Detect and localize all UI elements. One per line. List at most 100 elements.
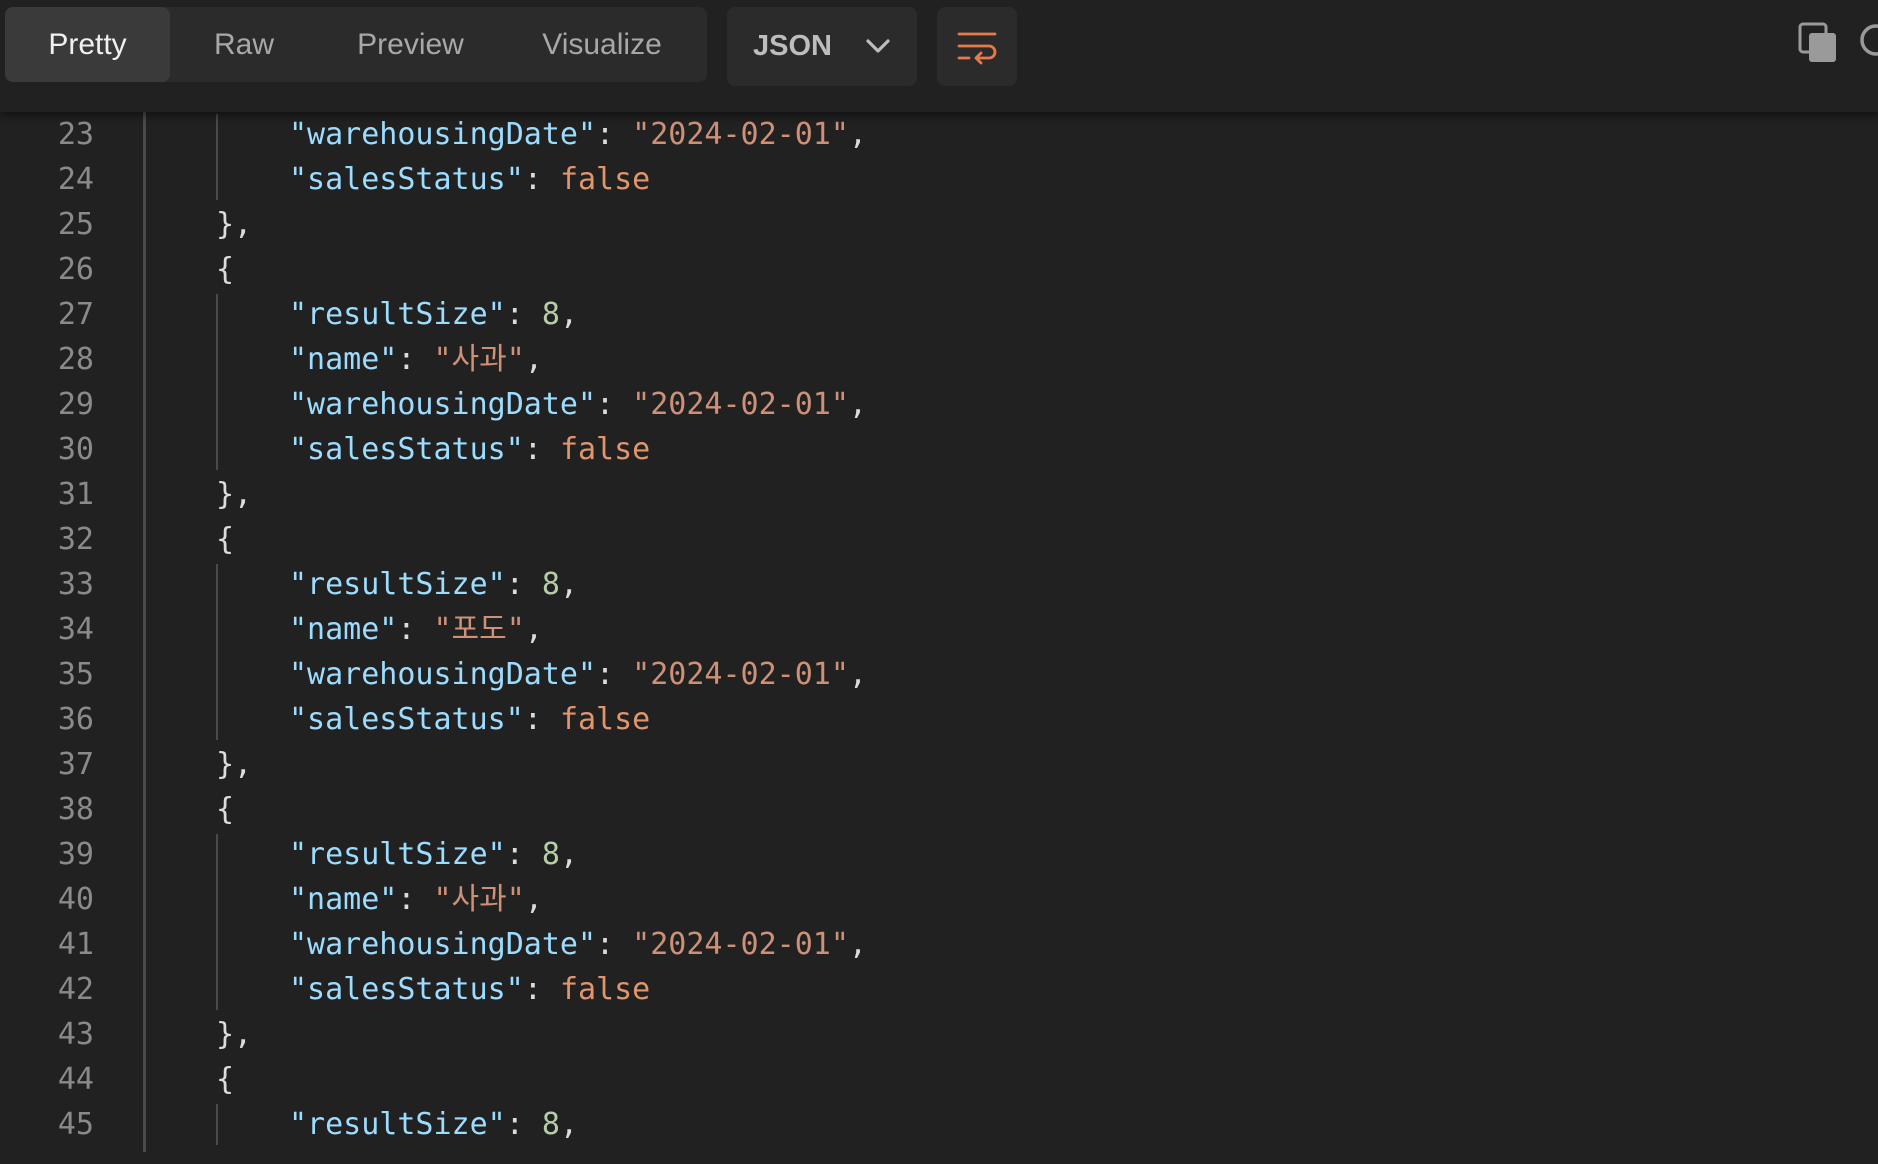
tab-preview[interactable]: Preview [318, 7, 503, 82]
code-line: 43}, [0, 1012, 1878, 1057]
code-line: 33 "resultSize": 8, [0, 562, 1878, 607]
token-punc: , [524, 612, 543, 647]
code-text: "warehousingDate": "2024-02-01", [289, 652, 867, 697]
token-punc: , [524, 342, 543, 377]
token-key: "warehousingDate" [289, 657, 597, 692]
format-label: JSON [753, 30, 832, 62]
token-punc: : [505, 837, 542, 872]
token-key: "name" [289, 342, 398, 377]
code-line: 31}, [0, 472, 1878, 517]
format-dropdown[interactable]: JSON [727, 7, 917, 86]
code-line: 36 "salesStatus": false [0, 697, 1878, 742]
search-icon[interactable] [1856, 22, 1878, 62]
token-str: "사과" [433, 342, 525, 377]
line-number: 30 [57, 432, 94, 467]
code-line: 26 { [0, 247, 1878, 292]
code-line: 39 "resultSize": 8, [0, 832, 1878, 877]
token-key: "salesStatus" [289, 432, 524, 467]
code-line: 42 "salesStatus": false [0, 967, 1878, 1012]
line-number: 28 [57, 342, 94, 377]
token-num: 8 [541, 1107, 560, 1142]
token-punc: , [559, 1107, 578, 1142]
code-text: { [216, 517, 234, 562]
token-punc: , [559, 567, 578, 602]
token-punc: : [523, 162, 560, 197]
line-number: 42 [57, 972, 94, 1007]
code-text: "warehousingDate": "2024-02-01", [289, 922, 867, 967]
line-number: 45 [57, 1107, 94, 1142]
token-punc: : [397, 882, 434, 917]
code-line: 35 "warehousingDate": "2024-02-01", [0, 652, 1878, 697]
tab-raw[interactable]: Raw [170, 7, 318, 82]
code-line: 25}, [0, 202, 1878, 247]
wrap-lines-button[interactable] [937, 7, 1017, 86]
code-text: "name": "포도", [289, 607, 543, 652]
code-line: 32 { [0, 517, 1878, 562]
line-number: 35 [57, 657, 94, 692]
code-text: }, [216, 472, 252, 517]
token-punc: : [523, 972, 560, 1007]
token-str: "2024-02-01" [632, 657, 849, 692]
token-punc: : [596, 657, 633, 692]
code-text: "salesStatus": false [289, 697, 650, 742]
copy-icon[interactable] [1798, 22, 1838, 64]
token-punc: }, [216, 477, 253, 512]
token-punc: , [559, 837, 578, 872]
code-line: 24 "salesStatus": false [0, 157, 1878, 202]
code-line: 37}, [0, 742, 1878, 787]
token-punc: { [216, 252, 235, 287]
wrap-lines-icon [957, 32, 997, 65]
token-str: "2024-02-01" [632, 927, 849, 962]
code-text: "salesStatus": false [289, 427, 650, 472]
token-punc: , [848, 117, 867, 152]
token-punc: : [505, 1107, 542, 1142]
line-number: 23 [57, 117, 94, 152]
token-punc: , [848, 927, 867, 962]
line-number: 44 [57, 1062, 94, 1097]
line-number: 33 [57, 567, 94, 602]
token-key: "resultSize" [289, 1107, 506, 1142]
line-number: 39 [57, 837, 94, 872]
line-number: 34 [57, 612, 94, 647]
token-punc: { [216, 522, 235, 557]
code-text: "name": "사과", [289, 877, 543, 922]
code-text: { [216, 787, 234, 832]
token-key: "name" [289, 612, 398, 647]
chevron-down-icon [866, 39, 890, 53]
tab-visualize[interactable]: Visualize [503, 7, 701, 82]
token-key: "salesStatus" [289, 162, 524, 197]
token-punc: { [216, 792, 235, 827]
tab-pretty[interactable]: Pretty [5, 7, 170, 82]
token-num: 8 [541, 297, 560, 332]
token-key: "warehousingDate" [289, 117, 597, 152]
code-text: "resultSize": 8, [289, 562, 578, 607]
code-text: "salesStatus": false [289, 967, 650, 1012]
code-line: 23 "warehousingDate": "2024-02-01", [0, 112, 1878, 157]
code-text: }, [216, 202, 252, 247]
line-number: 41 [57, 927, 94, 962]
token-punc: : [505, 567, 542, 602]
token-punc: : [523, 702, 560, 737]
token-punc: }, [216, 1017, 253, 1052]
code-text: "resultSize": 8, [289, 832, 578, 877]
line-number: 36 [57, 702, 94, 737]
token-punc: }, [216, 747, 253, 782]
token-key: "salesStatus" [289, 972, 524, 1007]
line-number: 40 [57, 882, 94, 917]
code-line: 28 "name": "사과", [0, 337, 1878, 382]
token-str: "사과" [433, 882, 525, 917]
token-str: "포도" [433, 612, 525, 647]
token-punc: , [848, 387, 867, 422]
token-punc: , [848, 657, 867, 692]
token-punc: : [397, 612, 434, 647]
response-toolbar: Pretty Raw Preview Visualize JSON [0, 0, 1878, 112]
code-text: { [216, 247, 234, 292]
token-bool: false [559, 162, 651, 197]
token-key: "salesStatus" [289, 702, 524, 737]
token-punc: : [505, 297, 542, 332]
code-text: "warehousingDate": "2024-02-01", [289, 382, 867, 427]
code-line: 30 "salesStatus": false [0, 427, 1878, 472]
token-punc: : [397, 342, 434, 377]
response-body-editor[interactable]: 23 "warehousingDate": "2024-02-01", 24 "sal… [0, 112, 1878, 1152]
code-text: }, [216, 742, 252, 787]
